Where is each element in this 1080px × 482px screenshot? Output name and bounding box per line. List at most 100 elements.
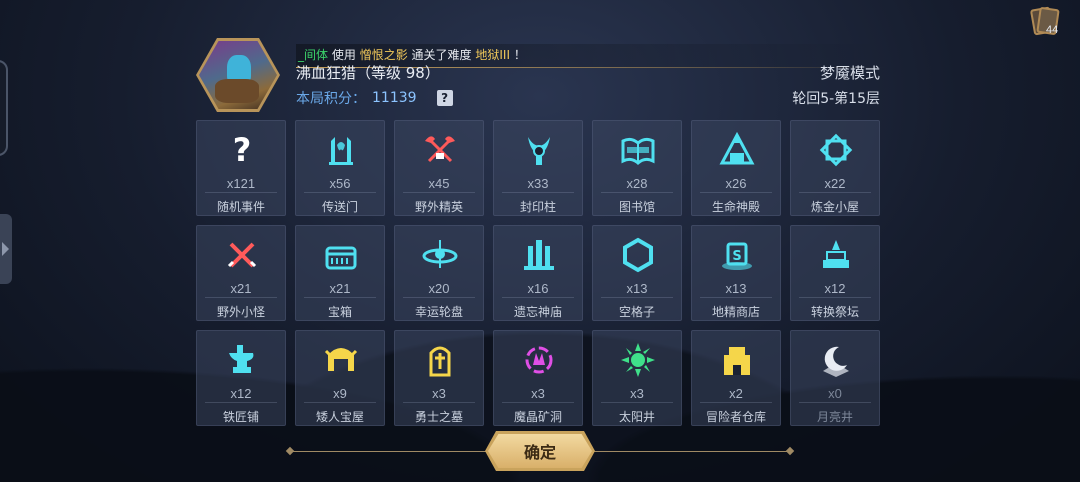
event-divider [205, 297, 277, 298]
event-cell[interactable]: x12 转换祭坛 [790, 225, 880, 321]
event-cell[interactable]: x28 图书馆 [592, 120, 682, 216]
event-label: 遗忘神庙 [513, 305, 562, 319]
event-label: 地精商店 [711, 305, 760, 319]
event-label: 炼金小屋 [810, 200, 859, 214]
tomb-icon [421, 341, 459, 379]
event-label: 太阳井 [618, 410, 655, 424]
wheel-icon [421, 236, 459, 274]
event-count: x3 [432, 386, 446, 401]
event-cell[interactable]: x12 铁匠铺 [196, 330, 286, 426]
event-divider [700, 297, 772, 298]
event-cell[interactable]: x33 封印柱 [493, 120, 583, 216]
alchemy-icon [817, 131, 855, 169]
event-cell[interactable]: x3 魔晶矿洞 [493, 330, 583, 426]
event-cell[interactable]: x26 生命神殿 [691, 120, 781, 216]
event-count: x21 [329, 281, 351, 296]
event-count: x20 [428, 281, 450, 296]
event-count: x22 [824, 176, 846, 191]
event-divider [403, 402, 475, 403]
altar-icon [817, 236, 855, 274]
event-cell[interactable]: x21 野外小怪 [196, 225, 286, 321]
confirm-button[interactable]: 确定 [488, 434, 592, 468]
event-divider [205, 402, 277, 403]
event-cell[interactable]: x9 矮人宝屋 [295, 330, 385, 426]
event-cell[interactable]: x21 宝箱 [295, 225, 385, 321]
event-divider [700, 402, 772, 403]
event-label: 宝箱 [327, 305, 352, 319]
avatar [196, 38, 280, 112]
svg-text:S: S [732, 249, 741, 264]
hexagon-icon [619, 236, 657, 274]
question-icon: ? [223, 131, 261, 169]
round-label: 轮回5-第15层 [792, 91, 880, 107]
event-cell[interactable]: Sx13 地精商店 [691, 225, 781, 321]
side-tab[interactable] [0, 60, 8, 156]
crystal-icon [520, 341, 558, 379]
broadcast-end: ！ [513, 48, 526, 62]
event-count: x2 [729, 386, 743, 401]
event-count: x56 [329, 176, 351, 191]
event-divider [601, 297, 673, 298]
event-count: x45 [428, 176, 450, 191]
event-cell[interactable]: x3 勇士之墓 [394, 330, 484, 426]
event-count: x28 [626, 176, 648, 191]
event-cell[interactable]: x2 冒险者仓库 [691, 330, 781, 426]
cards-count: 44 [1046, 24, 1059, 36]
score-row: 本局积分： 11139 ? [296, 88, 453, 108]
event-cell[interactable]: x45 野外精英 [394, 120, 484, 216]
event-count: x3 [630, 386, 644, 401]
event-cell[interactable]: x22 炼金小屋 [790, 120, 880, 216]
event-grid: ? x121 随机事件 x56 传送门 x45 野外精英 x33 封印柱 x28 图书馆 x26 生命神… [196, 120, 880, 426]
event-count: x9 [333, 386, 347, 401]
event-cell[interactable]: x13 空格子 [592, 225, 682, 321]
anvil-icon [223, 341, 261, 379]
event-cell[interactable]: x0 月亮井 [790, 330, 880, 426]
event-count: x16 [527, 281, 549, 296]
event-divider [205, 192, 277, 193]
event-divider [403, 297, 475, 298]
chest-icon [322, 236, 360, 274]
broadcast-difficulty: 地狱III [475, 48, 510, 62]
expand-arrow-icon[interactable] [0, 214, 12, 284]
svg-text:?: ? [233, 131, 252, 169]
broadcast-player: _间体 [298, 48, 329, 62]
event-divider [304, 192, 376, 193]
event-label: 幸运轮盘 [414, 305, 463, 319]
event-cell[interactable]: x56 传送门 [295, 120, 385, 216]
event-label: 月亮井 [816, 410, 853, 424]
sun-icon [619, 341, 657, 379]
crossed-axes-icon [421, 131, 459, 169]
broadcast-item: 憎恨之影 [359, 48, 408, 62]
event-divider [502, 297, 574, 298]
shrine-icon [520, 236, 558, 274]
event-divider [700, 192, 772, 193]
confirm-area: 确定 [290, 431, 790, 471]
help-button[interactable]: ? [436, 90, 453, 106]
event-label: 野外小怪 [216, 305, 265, 319]
crossed-swords-icon [223, 236, 261, 274]
event-count: x12 [230, 386, 252, 401]
book-icon [619, 131, 657, 169]
event-label: 传送门 [321, 200, 358, 214]
event-divider [304, 297, 376, 298]
event-cell[interactable]: x3 太阳井 [592, 330, 682, 426]
event-count: x12 [824, 281, 846, 296]
helmet-icon [322, 341, 360, 379]
event-count: x33 [527, 176, 549, 191]
event-count: x13 [626, 281, 648, 296]
seal-pillar-icon [520, 131, 558, 169]
event-cell[interactable]: ? x121 随机事件 [196, 120, 286, 216]
event-label: 矮人宝屋 [315, 410, 364, 424]
event-cell[interactable]: x20 幸运轮盘 [394, 225, 484, 321]
event-divider [304, 402, 376, 403]
event-count: x121 [226, 176, 256, 191]
event-cell[interactable]: x16 遗忘神庙 [493, 225, 583, 321]
summary-panel: _间体 使用 憎恨之影 通关了难度 地狱III ！ 沸血狂猎（等级 98） 梦魇… [196, 38, 886, 428]
broadcast-used: 使用 [331, 48, 356, 62]
temple-icon [718, 131, 756, 169]
event-divider [601, 402, 673, 403]
event-label: 转换祭坛 [810, 305, 859, 319]
event-divider [601, 192, 673, 193]
event-label: 魔晶矿洞 [513, 410, 562, 424]
event-divider [799, 297, 871, 298]
